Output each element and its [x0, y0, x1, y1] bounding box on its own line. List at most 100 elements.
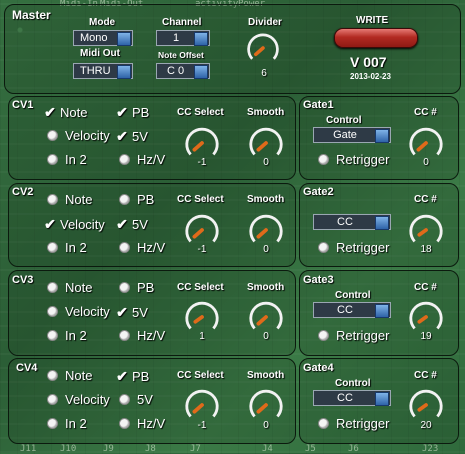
cv1-cc-select-label: CC Select [177, 107, 224, 118]
cv3-option-hzv[interactable]: Hz/V [119, 328, 165, 343]
write-label: WRITE [356, 15, 389, 26]
dropdown-arrow-icon [375, 216, 389, 230]
cv4-option-velocity[interactable]: Velocity [47, 392, 110, 407]
dropdown-arrow-icon [375, 304, 389, 318]
cv4-title: CV4 [16, 362, 38, 374]
channel-value: 1 [173, 32, 180, 44]
gate3-control-select[interactable]: CC [313, 302, 391, 318]
gate4-cc-knob[interactable] [407, 386, 445, 424]
cv3-option-pb[interactable]: PB [119, 280, 154, 295]
gate2-retrigger[interactable]: Retrigger [318, 240, 389, 255]
cv4-option-pb[interactable]: ✔ PB [116, 368, 149, 385]
radio-icon [47, 394, 58, 405]
gate1-control-label: Control [326, 115, 362, 126]
dropdown-arrow-icon [375, 392, 389, 406]
cv3-option-in2[interactable]: In 2 [47, 328, 87, 343]
gate2-control-select[interactable]: CC [313, 214, 391, 230]
master-title: Master [12, 8, 51, 22]
radio-icon [318, 330, 329, 341]
mode-select[interactable]: Mono [73, 30, 133, 46]
cv4-option-in2[interactable]: In 2 [47, 416, 87, 431]
gate4-control-label: Control [335, 378, 371, 389]
checkmark-icon: ✔ [116, 128, 128, 144]
cv4-smooth-value: 0 [263, 420, 269, 431]
divider-value: 6 [261, 68, 267, 79]
checkmark-icon: ✔ [44, 104, 56, 120]
cv4-option-hzv[interactable]: Hz/V [119, 416, 165, 431]
cv4-option-5v[interactable]: 5V [119, 392, 153, 407]
dropdown-arrow-icon [375, 129, 389, 143]
cv3-option-velocity[interactable]: Velocity [47, 304, 110, 319]
gate3-retrigger[interactable]: Retrigger [318, 328, 389, 343]
cv2-option-pb[interactable]: PB [119, 192, 154, 207]
radio-icon [119, 394, 130, 405]
gate4-control-value: CC [337, 392, 353, 404]
cv2-cc-select-value: -1 [197, 244, 207, 255]
gate3-cc-value: 19 [420, 331, 432, 342]
gate2-cc-value: 18 [420, 244, 432, 255]
gate3-control-value: CC [337, 304, 353, 316]
cv1-option-in2[interactable]: In 2 [47, 152, 87, 167]
cv3-option-note[interactable]: Note [47, 280, 92, 295]
cv3-smooth-value: 0 [263, 331, 269, 342]
note-offset-label: Note Offset [158, 50, 204, 60]
channel-label: Channel [162, 17, 202, 28]
cv2-option-note[interactable]: Note [47, 192, 92, 207]
gate1-retrigger[interactable]: Retrigger [318, 152, 389, 167]
radio-icon [119, 194, 130, 205]
version-text: V 007 [350, 54, 387, 70]
cv3-title: CV3 [12, 274, 34, 286]
cv1-option-pb[interactable]: ✔ PB [116, 104, 149, 121]
channel-select[interactable]: 1 [156, 30, 210, 46]
master-panel [4, 4, 461, 94]
radio-icon [47, 282, 58, 293]
gate4-retrigger[interactable]: Retrigger [318, 416, 389, 431]
midi-out-select[interactable]: THRU [73, 63, 133, 79]
cv4-smooth-knob[interactable] [247, 386, 285, 424]
dropdown-arrow-icon [194, 32, 208, 46]
gate3-cc-label: CC # [414, 282, 437, 293]
radio-icon [47, 242, 58, 253]
cv3-option-5v[interactable]: ✔ 5V [116, 304, 148, 321]
cv1-option-hzv[interactable]: Hz/V [119, 152, 165, 167]
cv3-cc-select-value: 1 [199, 331, 205, 342]
gate3-control-label: Control [335, 290, 371, 301]
gate4-title: Gate4 [303, 362, 334, 374]
cv4-smooth-label: Smooth [247, 370, 285, 381]
cv4-option-note[interactable]: Note [47, 368, 92, 383]
note-offset-value: C 0 [167, 65, 185, 77]
cv4-cc-select-knob[interactable] [183, 386, 221, 424]
cv2-option-5v[interactable]: ✔ 5V [116, 216, 148, 233]
gate3-title: Gate3 [303, 274, 334, 286]
radio-icon [47, 370, 58, 381]
dropdown-arrow-icon [194, 65, 208, 79]
note-offset-select[interactable]: C 0 [156, 63, 210, 79]
gate1-control-value: Gate [333, 129, 357, 141]
radio-icon [47, 306, 58, 317]
gate1-control-select[interactable]: Gate [313, 127, 391, 143]
divider-label: Divider [248, 17, 282, 28]
cv2-smooth-value: 0 [263, 244, 269, 255]
divider-knob[interactable] [245, 30, 281, 66]
cv2-option-hzv[interactable]: Hz/V [119, 240, 165, 255]
cv1-option-note[interactable]: ✔ Note [44, 104, 87, 121]
checkmark-icon: ✔ [116, 216, 128, 232]
cv3-smooth-label: Smooth [247, 282, 285, 293]
midi-out-value: THRU [80, 65, 111, 77]
cv1-option-velocity[interactable]: Velocity [47, 128, 110, 143]
cv2-option-velocity[interactable]: ✔ Velocity [44, 216, 105, 233]
midi-out-label: Midi Out [80, 48, 120, 59]
gate4-control-select[interactable]: CC [313, 390, 391, 406]
gate4-cc-label: CC # [414, 370, 437, 381]
dropdown-arrow-icon [117, 65, 131, 79]
cv2-option-in2[interactable]: In 2 [47, 240, 87, 255]
radio-icon [318, 242, 329, 253]
write-button[interactable] [334, 28, 418, 48]
cv1-smooth-value: 0 [263, 157, 269, 168]
cv1-cc-select-value: -1 [197, 157, 207, 168]
cv1-title: CV1 [12, 99, 34, 111]
cv1-option-5v[interactable]: ✔ 5V [116, 128, 148, 145]
cv1-smooth-label: Smooth [247, 107, 285, 118]
checkmark-icon: ✔ [116, 368, 128, 384]
cv2-cc-select-label: CC Select [177, 194, 224, 205]
